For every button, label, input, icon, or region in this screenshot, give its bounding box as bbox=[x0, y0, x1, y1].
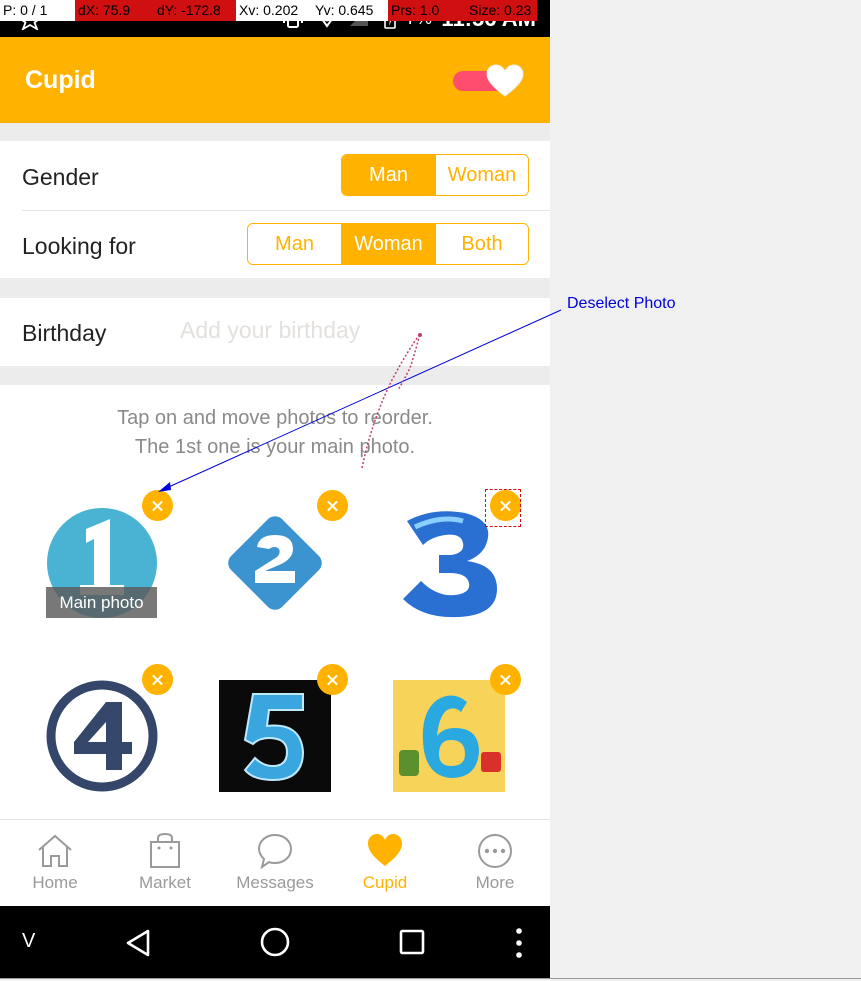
debug-yv: Yv: 0.645 bbox=[312, 0, 388, 21]
nav-label-cupid: Cupid bbox=[362, 873, 408, 892]
back-icon[interactable] bbox=[124, 928, 152, 958]
nav-label-home: Home bbox=[32, 873, 78, 892]
system-navigation-bar: V bbox=[0, 906, 550, 978]
divider bbox=[22, 210, 550, 211]
debug-size: Size: 0.23 bbox=[466, 0, 537, 21]
photo-tile-5[interactable] bbox=[219, 680, 331, 792]
looking-for-option-woman[interactable]: Woman bbox=[341, 224, 435, 264]
photo-number-2-image bbox=[228, 516, 322, 610]
photo-tile-3[interactable] bbox=[393, 507, 505, 619]
photo-number-4-image bbox=[46, 680, 158, 792]
looking-for-label: Looking for bbox=[22, 233, 136, 259]
remove-photo-6-button[interactable] bbox=[490, 664, 521, 695]
photos-hint-line-2: The 1st one is your main photo. bbox=[134, 436, 416, 458]
heart-icon bbox=[368, 834, 402, 866]
debug-dx: dX: 75.9 bbox=[75, 0, 154, 21]
photo-tile-2[interactable] bbox=[219, 507, 331, 619]
looking-for-segmented-control: Man Woman Both bbox=[247, 223, 529, 265]
nav-item-cupid[interactable]: Cupid bbox=[330, 820, 440, 907]
debug-pointer: P: 0 / 1 bbox=[0, 0, 75, 21]
debug-dy: dY: -172.8 bbox=[154, 0, 236, 21]
remove-photo-4-button[interactable] bbox=[142, 664, 173, 695]
status-bar: 7% 11:56 AM P: 0 / 1 dX: 75.9 dY: -172.8… bbox=[0, 0, 550, 37]
debug-prs: Prs: 1.0 bbox=[388, 0, 466, 21]
phone-screen: 7% 11:56 AM P: 0 / 1 dX: 75.9 dY: -172.8… bbox=[0, 0, 550, 978]
main-photo-badge: Main photo bbox=[46, 587, 157, 618]
annotation-label: Deselect Photo bbox=[567, 295, 676, 312]
nav-item-home[interactable]: Home bbox=[0, 820, 110, 907]
cupid-toggle[interactable] bbox=[453, 64, 524, 98]
recents-square-icon[interactable] bbox=[398, 928, 426, 956]
photo-tile-4[interactable] bbox=[46, 680, 158, 792]
photo-number-6-image bbox=[393, 680, 505, 792]
birthday-card: Birthday bbox=[0, 298, 550, 366]
home-icon bbox=[38, 834, 72, 867]
more-dots-icon bbox=[478, 834, 512, 868]
nav-item-messages[interactable]: Messages bbox=[220, 820, 330, 907]
remove-photo-3-button[interactable] bbox=[490, 490, 521, 521]
preferences-card: Gender Man Woman Looking for Man Woman B… bbox=[0, 141, 550, 278]
menu-dots-icon[interactable] bbox=[513, 926, 525, 960]
birthday-label: Birthday bbox=[22, 320, 107, 346]
window-bottom-border bbox=[0, 978, 861, 979]
photos-hint-line-1: Tap on and move photos to reorder. bbox=[117, 407, 433, 429]
photo-number-5-image bbox=[219, 680, 331, 792]
gender-segmented-control: Man Woman bbox=[341, 154, 529, 196]
birthday-input[interactable] bbox=[180, 317, 520, 344]
page-title: Cupid bbox=[25, 66, 96, 94]
nav-item-more[interactable]: More bbox=[440, 820, 550, 907]
bag-icon bbox=[150, 832, 180, 868]
nav-label-more: More bbox=[475, 873, 515, 892]
heart-toggle-thumb-icon bbox=[486, 64, 524, 97]
looking-for-option-man[interactable]: Man bbox=[248, 224, 341, 264]
keyboard-toggle-button[interactable]: V bbox=[22, 930, 35, 953]
pointer-debug-bar: P: 0 / 1 dX: 75.9 dY: -172.8 Xv: 0.202 Y… bbox=[0, 0, 537, 21]
gender-option-man[interactable]: Man bbox=[342, 155, 435, 195]
photos-hint: Tap on and move photos to reorder. The 1… bbox=[0, 404, 550, 462]
remove-photo-5-button[interactable] bbox=[317, 664, 348, 695]
debug-xv: Xv: 0.202 bbox=[236, 0, 312, 21]
gender-option-woman[interactable]: Woman bbox=[435, 155, 528, 195]
chat-bubble-icon bbox=[257, 833, 293, 870]
nav-label-messages: Messages bbox=[236, 873, 314, 892]
nav-item-market[interactable]: Market bbox=[110, 820, 220, 907]
remove-photo-1-button[interactable] bbox=[142, 490, 173, 521]
nav-label-market: Market bbox=[139, 873, 191, 892]
photo-number-3-image bbox=[393, 507, 505, 619]
looking-for-option-both[interactable]: Both bbox=[435, 224, 528, 264]
gender-label: Gender bbox=[22, 164, 99, 190]
home-circle-icon[interactable] bbox=[259, 926, 291, 958]
photo-tile-6[interactable] bbox=[393, 680, 505, 792]
bottom-navigation: Home Market Messages Cupid More bbox=[0, 819, 550, 907]
remove-photo-2-button[interactable] bbox=[317, 490, 348, 521]
